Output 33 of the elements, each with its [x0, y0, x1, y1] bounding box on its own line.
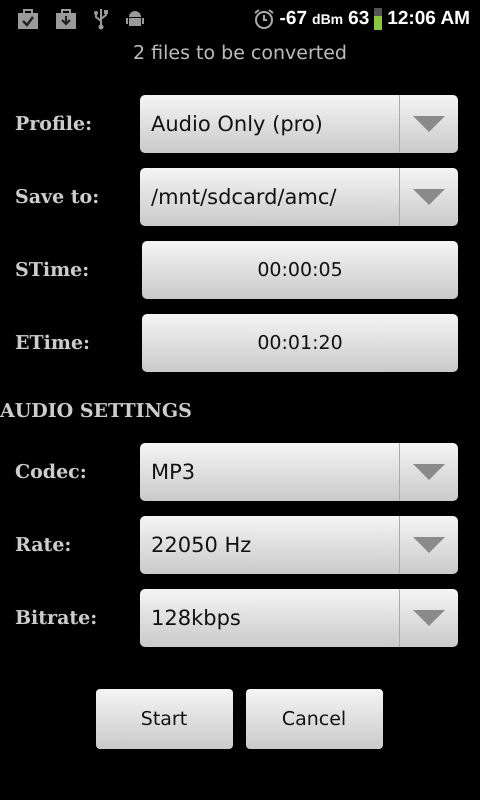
dropdown[interactable]: 22050 Hz: [140, 516, 458, 574]
caret-icon: [413, 610, 445, 626]
usb-icon: [93, 8, 109, 30]
field-label: Rate:: [14, 534, 72, 556]
android-icon: [125, 9, 145, 29]
dropdown[interactable]: Audio Only (pro): [140, 94, 458, 152]
field-label: Codec:: [14, 460, 88, 482]
field-label: Bitrate:: [14, 606, 98, 628]
bag-check-icon: [17, 9, 39, 29]
start-button[interactable]: Start: [96, 689, 232, 749]
signal-reading: -67: [280, 8, 308, 30]
battery-icon: [374, 8, 382, 30]
cancel-button[interactable]: Cancel: [246, 689, 382, 749]
battery-percent: 63: [348, 8, 370, 30]
field-label: Save to:: [14, 186, 100, 208]
alarm-clock-icon: [252, 8, 275, 30]
caret-icon: [413, 536, 445, 552]
field-label: STime:: [14, 258, 90, 280]
field-label: Profile:: [14, 112, 94, 134]
dropdown[interactable]: /mnt/sdcard/amc/: [140, 168, 458, 226]
dropdown[interactable]: MP3: [140, 442, 458, 500]
caret-icon: [413, 464, 445, 480]
caret-icon: [413, 116, 445, 132]
files-count-text: 2 files to be converted: [132, 41, 348, 66]
download-icon: [55, 9, 77, 29]
dropdown[interactable]: 128kbps: [140, 588, 458, 646]
signal-unit: dBm: [312, 11, 344, 27]
time-button[interactable]: 00:00:05: [142, 240, 458, 298]
section-title: AUDIO SETTINGS: [0, 399, 193, 424]
caret-icon: [413, 188, 445, 204]
field-label: ETime:: [14, 332, 92, 354]
time-button[interactable]: 00:01:20: [142, 314, 458, 372]
clock-time: 12:06 AM: [387, 8, 470, 30]
